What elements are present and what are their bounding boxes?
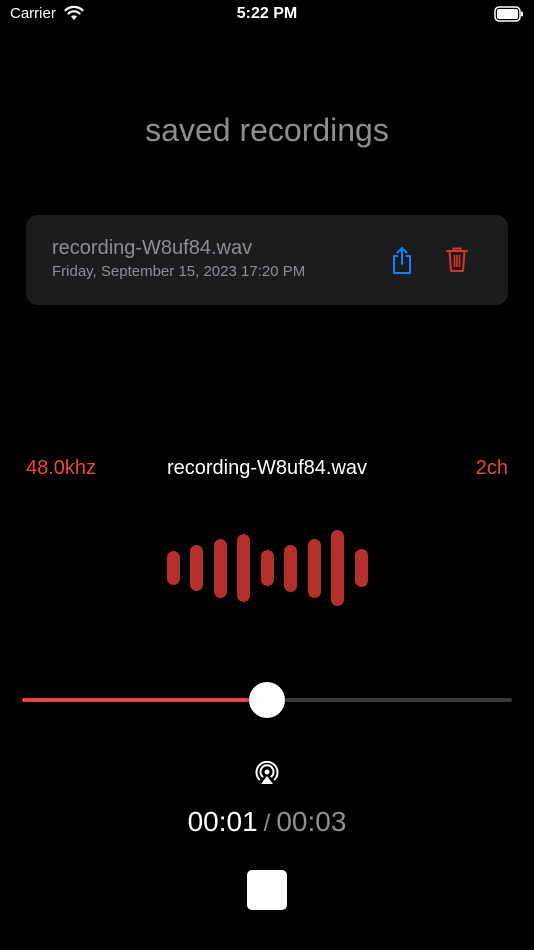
time-separator: /	[263, 810, 271, 837]
elapsed-time: 00:01	[187, 806, 258, 837]
waveform-visualizer	[0, 520, 534, 620]
waveform-bar	[167, 551, 180, 585]
channels-label: 2ch	[475, 457, 508, 479]
total-duration: 00:03	[276, 806, 347, 837]
waveform-bar	[308, 539, 321, 598]
trash-icon	[446, 247, 468, 272]
recording-date: Friday, September 15, 2023 17:20 PM	[52, 263, 306, 280]
recording-name: recording-W8uf84.wav	[52, 237, 253, 259]
airplay-icon	[255, 760, 279, 784]
waveform-bar	[284, 545, 297, 592]
battery-icon	[494, 6, 524, 27]
delete-button[interactable]	[445, 245, 469, 275]
share-button[interactable]	[390, 245, 414, 275]
page-title: saved recordings	[145, 112, 389, 148]
waveform-bar	[355, 549, 368, 587]
playback-time: 00:01/00:03	[0, 806, 534, 838]
waveform-bar	[190, 545, 203, 591]
status-bar: Carrier 5:22 PM	[0, 0, 534, 30]
waveform-bar	[261, 550, 274, 586]
playback-progress-slider[interactable]	[22, 680, 512, 720]
waveform-bar	[331, 530, 344, 606]
slider-fill	[22, 698, 267, 702]
waveform-bar	[237, 534, 250, 602]
recording-list-item[interactable]: recording-W8uf84.wav Friday, September 1…	[26, 215, 508, 305]
current-file-name: recording-W8uf84.wav	[166, 457, 368, 479]
player-info-row: 48.0khz recording-W8uf84.wav 2ch	[0, 457, 534, 481]
waveform-bar	[214, 539, 227, 598]
share-icon	[393, 247, 411, 274]
airplay-button[interactable]	[254, 760, 280, 786]
stop-button[interactable]	[247, 870, 287, 910]
status-time: 5:22 PM	[236, 5, 298, 22]
slider-thumb[interactable]	[249, 682, 285, 718]
